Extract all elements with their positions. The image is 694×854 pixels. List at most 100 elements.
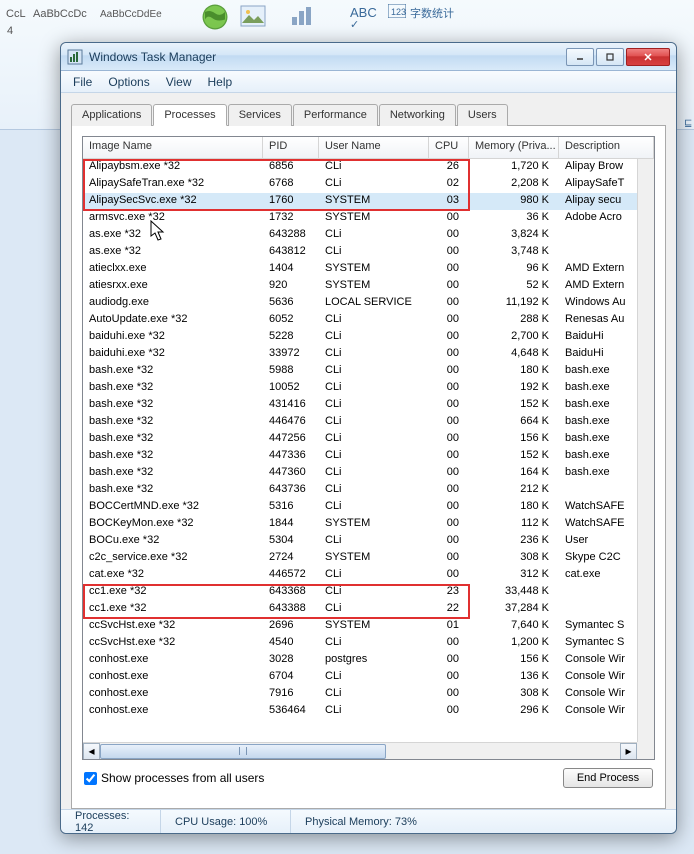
table-row[interactable]: AlipaySafeTran.exe *326768CLi022,208 KAl…	[83, 176, 654, 193]
globe-icon[interactable]	[200, 2, 230, 32]
table-row[interactable]: bash.exe *32447336CLi00152 Kbash.exe	[83, 448, 654, 465]
table-row[interactable]: cc1.exe *32643368CLi2333,448 K	[83, 584, 654, 601]
table-cell: 5988	[263, 363, 319, 380]
table-cell: 3,748 K	[469, 244, 559, 261]
table-row[interactable]: bash.exe *32431416CLi00152 Kbash.exe	[83, 397, 654, 414]
table-cell: AlipaySecSvc.exe *32	[83, 193, 263, 210]
table-cell: BOCu.exe *32	[83, 533, 263, 550]
tab-networking[interactable]: Networking	[379, 104, 456, 126]
table-cell: 447256	[263, 431, 319, 448]
table-cell: 37,284 K	[469, 601, 559, 618]
table-row[interactable]: bash.exe *32447360CLi00164 Kbash.exe	[83, 465, 654, 482]
table-row[interactable]: baiduhi.exe *3233972CLi004,648 KBaiduHi	[83, 346, 654, 363]
table-row[interactable]: ccSvcHst.exe *322696SYSTEM017,640 KSyman…	[83, 618, 654, 635]
vertical-scrollbar[interactable]	[637, 159, 654, 759]
minimize-button[interactable]	[566, 48, 594, 66]
table-cell: conhost.exe	[83, 686, 263, 703]
table-row[interactable]: cat.exe *32446572CLi00312 Kcat.exe	[83, 567, 654, 584]
table-row[interactable]: c2c_service.exe *322724SYSTEM00308 KSkyp…	[83, 550, 654, 567]
table-cell: 5316	[263, 499, 319, 516]
end-process-button[interactable]: End Process	[563, 768, 653, 788]
tab-performance[interactable]: Performance	[293, 104, 378, 126]
table-row[interactable]: bash.exe *32446476CLi00664 Kbash.exe	[83, 414, 654, 431]
table-cell: 52 K	[469, 278, 559, 295]
table-cell: conhost.exe	[83, 652, 263, 669]
table-row[interactable]: BOCKeyMon.exe *321844SYSTEM00112 KWatchS…	[83, 516, 654, 533]
table-row[interactable]: AutoUpdate.exe *326052CLi00288 KRenesas …	[83, 312, 654, 329]
table-row[interactable]: conhost.exe6704CLi00136 KConsole Wir	[83, 669, 654, 686]
table-cell: SYSTEM	[319, 618, 429, 635]
horizontal-scrollbar[interactable]: ◂ ▸	[83, 742, 637, 759]
table-cell: CLi	[319, 244, 429, 261]
table-cell: 920	[263, 278, 319, 295]
col-pid[interactable]: PID	[263, 137, 319, 158]
table-row[interactable]: as.exe *32643288CLi003,824 K	[83, 227, 654, 244]
col-memory[interactable]: Memory (Priva...	[469, 137, 559, 158]
table-row[interactable]: atieclxx.exe1404SYSTEM0096 KAMD Extern	[83, 261, 654, 278]
table-row[interactable]: BOCu.exe *325304CLi00236 KUser	[83, 533, 654, 550]
table-cell: CLi	[319, 176, 429, 193]
menu-options[interactable]: Options	[100, 72, 157, 92]
col-cpu[interactable]: CPU	[429, 137, 469, 158]
table-cell: CLi	[319, 329, 429, 346]
scroll-right-button[interactable]: ▸	[620, 743, 637, 760]
table-row[interactable]: conhost.exe3028postgres00156 KConsole Wi…	[83, 652, 654, 669]
table-row[interactable]: baiduhi.exe *325228CLi002,700 KBaiduHi	[83, 329, 654, 346]
tabs: Applications Processes Services Performa…	[71, 103, 666, 126]
scroll-left-button[interactable]: ◂	[83, 743, 100, 760]
show-all-users-checkbox[interactable]: Show processes from all users	[84, 771, 264, 785]
scroll-track[interactable]	[100, 743, 620, 760]
table-cell: SYSTEM	[319, 261, 429, 278]
wordcount-icon[interactable]: 123	[388, 4, 406, 21]
close-button[interactable]	[626, 48, 670, 66]
titlebar[interactable]: Windows Task Manager	[61, 43, 676, 71]
table-cell: BOCKeyMon.exe *32	[83, 516, 263, 533]
table-cell: 00	[429, 210, 469, 227]
table-cell: 22	[429, 601, 469, 618]
table-cell: Alipaybsm.exe *32	[83, 159, 263, 176]
table-row[interactable]: as.exe *32643812CLi003,748 K	[83, 244, 654, 261]
maximize-button[interactable]	[596, 48, 624, 66]
table-cell: cc1.exe *32	[83, 584, 263, 601]
list-body[interactable]: Alipaybsm.exe *326856CLi261,720 KAlipay …	[83, 159, 654, 720]
table-row[interactable]: Alipaybsm.exe *326856CLi261,720 KAlipay …	[83, 159, 654, 176]
chart-icon[interactable]	[290, 5, 316, 30]
menu-view[interactable]: View	[158, 72, 200, 92]
table-row[interactable]: audiodg.exe5636LOCAL SERVICE0011,192 KWi…	[83, 295, 654, 312]
scroll-thumb[interactable]	[100, 744, 386, 759]
table-cell: 4540	[263, 635, 319, 652]
show-all-users-input[interactable]	[84, 772, 97, 785]
tab-users[interactable]: Users	[457, 104, 508, 126]
table-cell: 6704	[263, 669, 319, 686]
col-description[interactable]: Description	[559, 137, 654, 158]
table-cell: 00	[429, 397, 469, 414]
tab-services[interactable]: Services	[228, 104, 292, 126]
table-cell: CLi	[319, 567, 429, 584]
menu-help[interactable]: Help	[200, 72, 241, 92]
table-row[interactable]: conhost.exe536464CLi00296 KConsole Wir	[83, 703, 654, 720]
table-row[interactable]: atiesrxx.exe920SYSTEM0052 KAMD Extern	[83, 278, 654, 295]
table-cell: CLi	[319, 482, 429, 499]
table-row[interactable]: bash.exe *32447256CLi00156 Kbash.exe	[83, 431, 654, 448]
tab-applications[interactable]: Applications	[71, 104, 152, 126]
table-row[interactable]: BOCCertMND.exe *325316CLi00180 KWatchSAF…	[83, 499, 654, 516]
menu-file[interactable]: File	[65, 72, 100, 92]
tab-processes[interactable]: Processes	[153, 104, 226, 126]
table-row[interactable]: bash.exe *32643736CLi00212 K	[83, 482, 654, 499]
wordcount-label[interactable]: 字数统计	[410, 5, 454, 21]
picture-icon[interactable]	[240, 5, 266, 30]
table-cell: bash.exe *32	[83, 414, 263, 431]
table-cell: 00	[429, 380, 469, 397]
table-row[interactable]: bash.exe *325988CLi00180 Kbash.exe	[83, 363, 654, 380]
table-row[interactable]: armsvc.exe *321732SYSTEM0036 KAdobe Acro	[83, 210, 654, 227]
table-cell: 03	[429, 193, 469, 210]
table-row[interactable]: conhost.exe7916CLi00308 KConsole Wir	[83, 686, 654, 703]
table-row[interactable]: cc1.exe *32643388CLi2237,284 K	[83, 601, 654, 618]
panel-footer: Show processes from all users End Proces…	[82, 760, 655, 798]
table-row[interactable]: ccSvcHst.exe *324540CLi001,200 KSymantec…	[83, 635, 654, 652]
table-row[interactable]: bash.exe *3210052CLi00192 Kbash.exe	[83, 380, 654, 397]
col-user-name[interactable]: User Name	[319, 137, 429, 158]
col-image-name[interactable]: Image Name	[83, 137, 263, 158]
table-cell: 00	[429, 550, 469, 567]
table-row[interactable]: AlipaySecSvc.exe *321760SYSTEM03980 KAli…	[83, 193, 654, 210]
